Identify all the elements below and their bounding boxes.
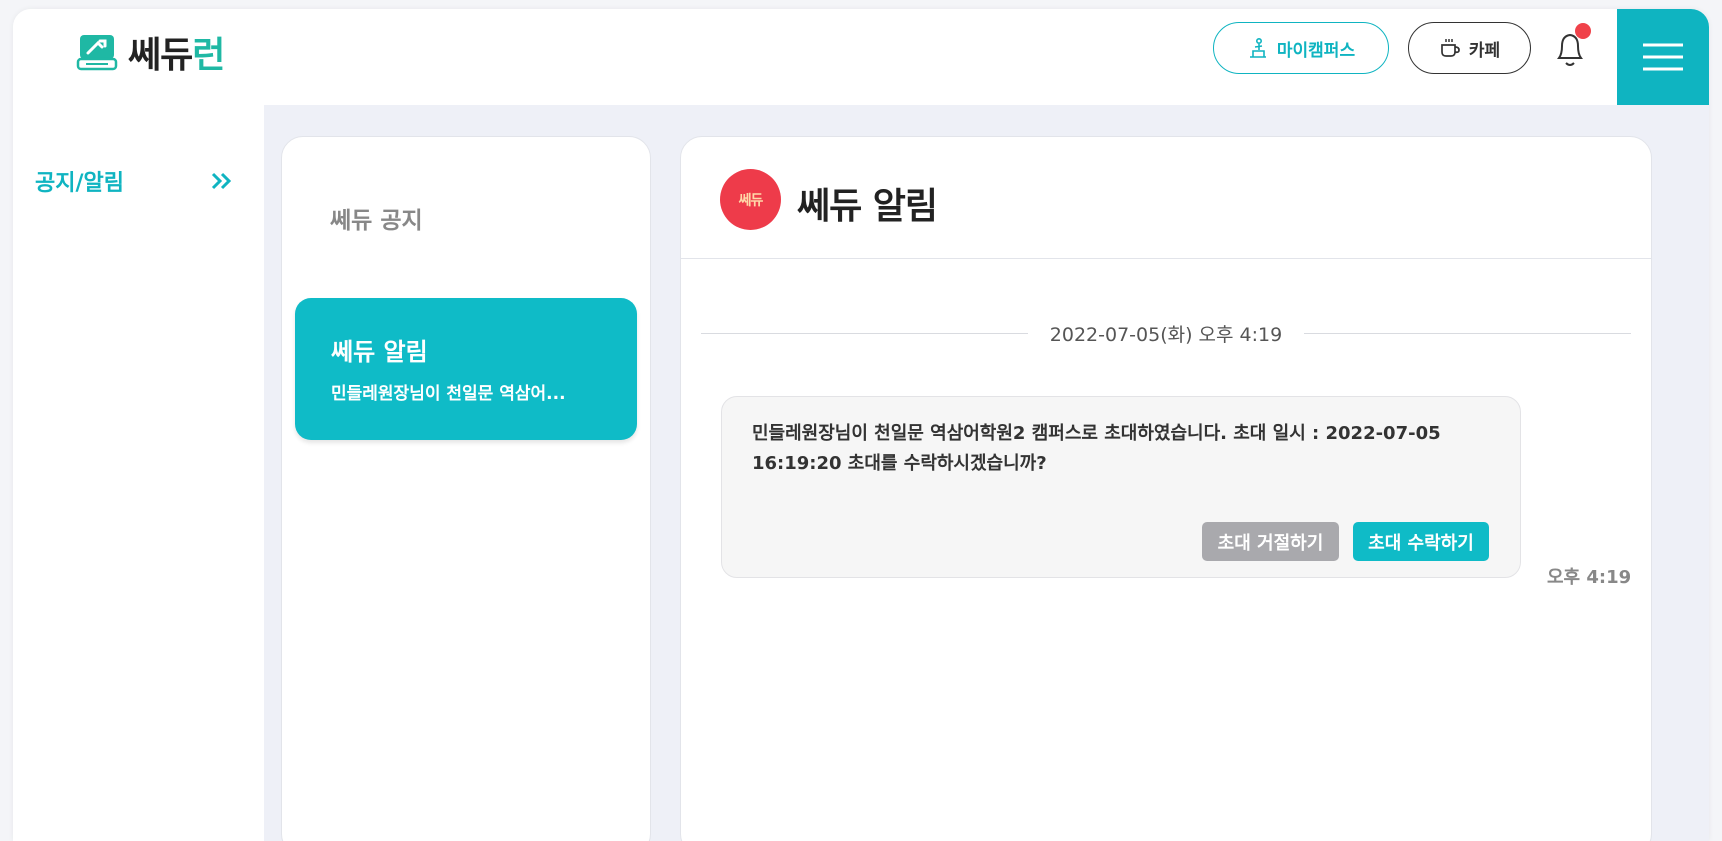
mycampus-label: 마이캠퍼스 [1276,40,1356,61]
channel-avatar: 쎄듀 [720,169,781,230]
message-time: 오후 4:19 [1547,567,1632,588]
accept-invite-button[interactable]: 초대 수락하기 [1353,522,1489,561]
divider-right [1304,332,1631,334]
channel-preview: 민들레원장님이 천일문 역삼어... [331,384,566,404]
sidebar-item-notice[interactable]: 공지/알림 [35,165,235,197]
sidebar-item-label: 공지/알림 [35,171,124,196]
book-logo-icon [76,35,118,71]
notification-badge [1575,23,1591,39]
campus-person-icon [1249,37,1266,58]
top-header: 쎄듀런 마이캠퍼스 카페 [13,9,1709,105]
hamburger-icon [1643,43,1683,71]
logo[interactable]: 쎄듀런 [76,26,225,78]
coffee-cup-icon [1441,39,1460,57]
message-bubble: 민들레원장님이 천일문 역삼어학원2 캠퍼스로 초대하였습니다. 초대 일시 :… [721,396,1521,578]
channel-list-panel: 쎄듀 공지 쎄듀 알림 민들레원장님이 천일문 역삼어... [281,136,651,841]
channel-item-notice[interactable]: 쎄듀 공지 [330,201,423,235]
message-text: 민들레원장님이 천일문 역삼어학원2 캠퍼스로 초대하였습니다. 초대 일시 :… [752,423,1441,474]
chat-title: 쎄듀 알림 [797,186,938,227]
channel-title: 쎄듀 알림 [331,338,428,366]
logo-text: 쎄듀런 [128,35,225,76]
chat-panel: 쎄듀 쎄듀 알림 2022-07-05(화) 오후 4:19 민들레원장님이 천… [680,136,1652,841]
cafe-button[interactable]: 카페 [1408,22,1531,74]
hamburger-menu-button[interactable] [1617,9,1709,105]
reject-invite-button[interactable]: 초대 거절하기 [1202,522,1339,561]
mycampus-button[interactable]: 마이캠퍼스 [1213,22,1389,74]
cafe-label: 카페 [1468,40,1501,61]
double-chevron-right-icon [211,172,232,190]
date-separator-label: 2022-07-05(화) 오후 4:19 [1049,323,1283,346]
chat-header: 쎄듀 쎄듀 알림 [681,137,1651,259]
channel-item-alert-active[interactable]: 쎄듀 알림 민들레원장님이 천일문 역삼어... [295,298,637,440]
divider-left [701,332,1028,334]
date-separator: 2022-07-05(화) 오후 4:19 [701,321,1631,346]
left-sidebar: 공지/알림 [13,105,264,841]
